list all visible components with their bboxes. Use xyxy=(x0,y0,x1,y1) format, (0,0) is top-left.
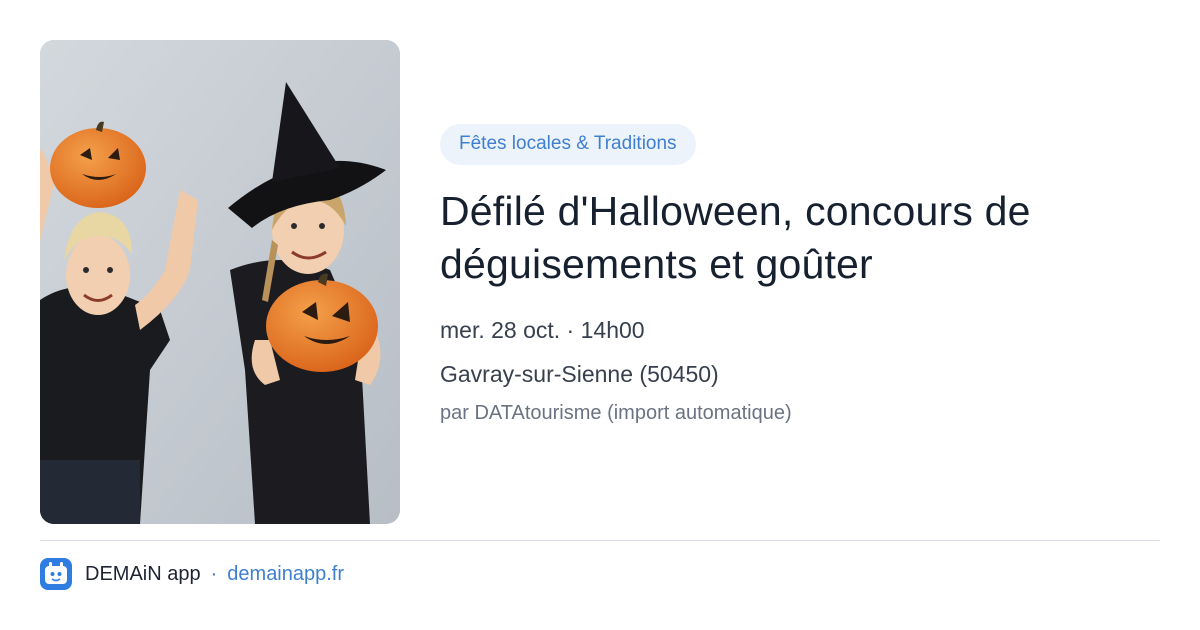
footer-divider xyxy=(40,540,1160,541)
demain-app-logo-icon[interactable] xyxy=(40,558,72,590)
footer: DEMAiN app · demainapp.fr xyxy=(40,558,344,590)
event-details: Fêtes locales & Traditions Défilé d'Hall… xyxy=(440,124,1160,427)
event-source: par DATAtourisme (import automatique) xyxy=(440,402,792,424)
category-tag[interactable]: Fêtes locales & Traditions xyxy=(440,124,696,165)
footer-separator: · xyxy=(210,562,218,585)
event-location: Gavray-sur-Sienne (50450) xyxy=(440,361,719,387)
app-domain-link[interactable]: demainapp.fr xyxy=(227,563,344,586)
event-title[interactable]: Défilé d'Halloween, concours de déguisem… xyxy=(440,185,1140,291)
event-date: mer. 28 oct. · 14h00 xyxy=(440,317,645,343)
event-photo xyxy=(40,40,400,524)
app-name: DEMAiN app xyxy=(85,562,201,585)
